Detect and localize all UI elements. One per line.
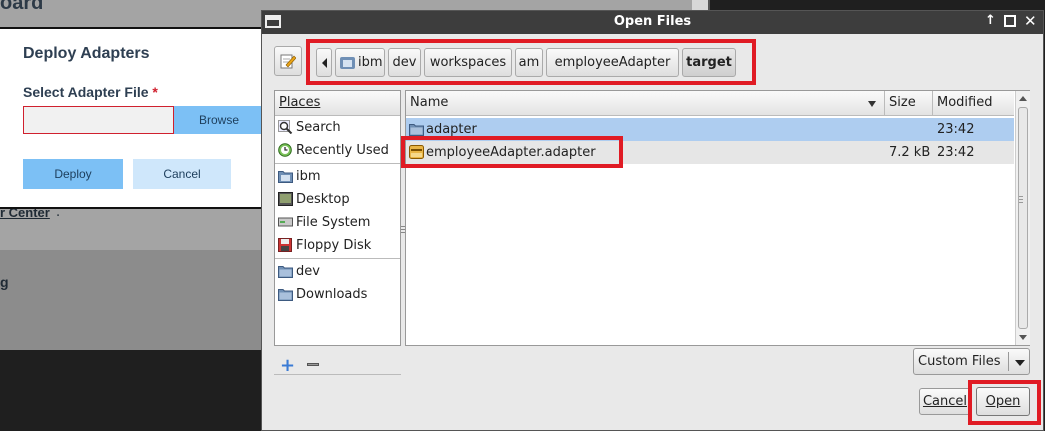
chevron-down-icon	[1015, 360, 1025, 366]
file-filter-value: Custom Files	[918, 354, 1001, 369]
path-scroll-left-button[interactable]	[316, 48, 332, 77]
filesystem-icon	[278, 217, 293, 227]
sidebar-item-label: Search	[296, 120, 341, 135]
folder-icon	[278, 289, 293, 301]
search-icon	[278, 120, 293, 134]
path-crumb-employeeadapter[interactable]: employeeAdapter	[546, 48, 679, 77]
file-modified: 23:42	[937, 122, 975, 137]
sidebar-item-recently-used[interactable]: Recently Used	[275, 139, 400, 162]
path-crumb-dev[interactable]: dev	[388, 48, 421, 77]
sidebar-item-label: dev	[296, 264, 320, 279]
sort-descending-icon	[868, 101, 876, 107]
cancel-button[interactable]: Cancel	[919, 388, 971, 415]
add-bookmark-icon[interactable]: +	[280, 355, 295, 376]
close-icon[interactable]: ✕	[1024, 12, 1037, 30]
sidebar-item-file-system[interactable]: File System	[275, 211, 400, 234]
background-heading: oard	[0, 0, 44, 14]
vertical-scrollbar[interactable]	[1015, 91, 1030, 345]
sidebar-item-label: Desktop	[296, 192, 350, 207]
scroll-up-icon[interactable]	[1019, 96, 1027, 101]
remove-bookmark-icon[interactable]	[307, 363, 319, 366]
maximize-icon[interactable]	[1004, 15, 1016, 27]
sidebar-item-search[interactable]: Search	[275, 116, 400, 139]
column-header-label: Name	[410, 95, 449, 110]
adapter-file-label: Select Adapter File *	[23, 84, 158, 100]
adapter-file-input[interactable]	[23, 106, 174, 134]
file-list-header: Name Size Modified	[406, 91, 1014, 116]
sidebar-item-downloads[interactable]: Downloads	[275, 283, 400, 306]
home-folder-icon	[278, 171, 293, 183]
type-location-button[interactable]	[274, 46, 302, 76]
sidebar-item-floppy-disk[interactable]: Floppy Disk	[275, 234, 400, 257]
sidebar-item-ibm[interactable]: ibm	[275, 165, 400, 188]
sidebar-separator	[275, 163, 400, 164]
desktop-icon	[278, 192, 293, 206]
column-header-modified[interactable]: Modified	[933, 91, 1014, 116]
required-marker: *	[152, 84, 158, 100]
floppy-icon	[278, 238, 292, 252]
places-sidebar: Places Search Recently Used ibm Desktop …	[274, 90, 401, 346]
column-header-name[interactable]: Name	[406, 91, 885, 116]
edit-pencil-icon	[280, 54, 296, 69]
path-crumb-am[interactable]: am	[515, 48, 543, 77]
sidebar-item-label: ibm	[296, 169, 321, 184]
title-bar[interactable]: Open Files ↑ ✕	[262, 11, 1043, 34]
window-title: Open Files	[613, 14, 692, 29]
highlight-box-file	[401, 136, 623, 168]
scrollbar-grip	[1019, 196, 1023, 205]
places-header[interactable]: Places	[275, 91, 400, 116]
recent-icon	[278, 143, 292, 157]
cancel-button[interactable]: Cancel	[133, 159, 231, 189]
open-button[interactable]: Open	[976, 387, 1030, 416]
dialog-title: Deploy Adapters	[23, 45, 150, 62]
scrollbar-thumb[interactable]	[1018, 107, 1028, 329]
path-crumb-label: ibm	[358, 55, 383, 70]
combo-separator	[1008, 352, 1009, 371]
window-up-button[interactable]: ↑	[985, 13, 996, 28]
folder-icon	[278, 266, 293, 278]
path-crumb-target[interactable]: target	[682, 48, 736, 77]
sidebar-item-label: Floppy Disk	[296, 238, 372, 253]
path-crumb-workspaces[interactable]: workspaces	[424, 48, 512, 77]
deploy-button[interactable]: Deploy	[23, 159, 123, 189]
adapter-file-label-text: Select Adapter File	[23, 84, 149, 100]
column-header-size[interactable]: Size	[885, 91, 933, 116]
sidebar-item-dev[interactable]: dev	[275, 260, 400, 283]
sidebar-item-desktop[interactable]: Desktop	[275, 188, 400, 211]
background-section-heading: g	[0, 274, 9, 290]
deploy-adapters-dialog: Deploy Adapters Select Adapter File * Br…	[0, 27, 264, 209]
file-size: 7.2 kB	[889, 145, 931, 160]
left-arrow-icon	[321, 58, 327, 68]
path-bar: ibm dev workspaces am employeeAdapter ta…	[306, 39, 756, 85]
file-list: Name Size Modified adapter 23:42 employe…	[401, 90, 1030, 346]
browse-button[interactable]: Browse	[174, 106, 264, 134]
sidebar-separator	[275, 258, 400, 259]
sidebar-item-label: Recently Used	[296, 143, 389, 158]
path-crumb-ibm[interactable]: ibm	[335, 48, 385, 77]
file-modified: 23:42	[937, 145, 975, 160]
home-folder-icon	[340, 57, 355, 69]
sidebar-item-label: Downloads	[296, 287, 368, 302]
sidebar-footer-divider	[274, 374, 401, 375]
scroll-down-icon[interactable]	[1019, 335, 1027, 340]
file-filter-select[interactable]: Custom Files	[913, 348, 1030, 375]
open-files-dialog: Open Files ↑ ✕ ibm dev workspaces am emp…	[261, 10, 1044, 431]
folder-icon	[409, 124, 424, 136]
sidebar-item-label: File System	[296, 215, 371, 230]
